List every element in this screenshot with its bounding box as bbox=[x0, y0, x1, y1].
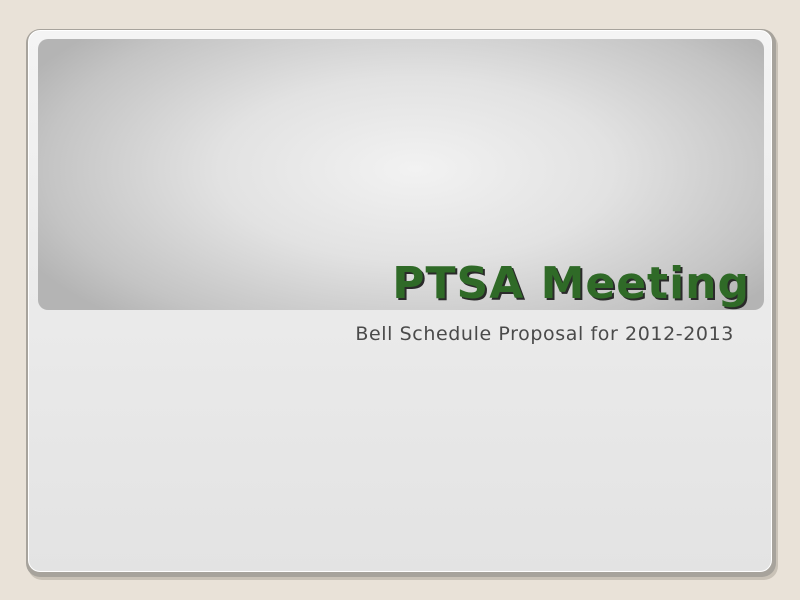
slide-subtitle: Bell Schedule Proposal for 2012-2013 bbox=[355, 323, 734, 345]
slide-title: PTSA Meeting bbox=[392, 258, 750, 309]
